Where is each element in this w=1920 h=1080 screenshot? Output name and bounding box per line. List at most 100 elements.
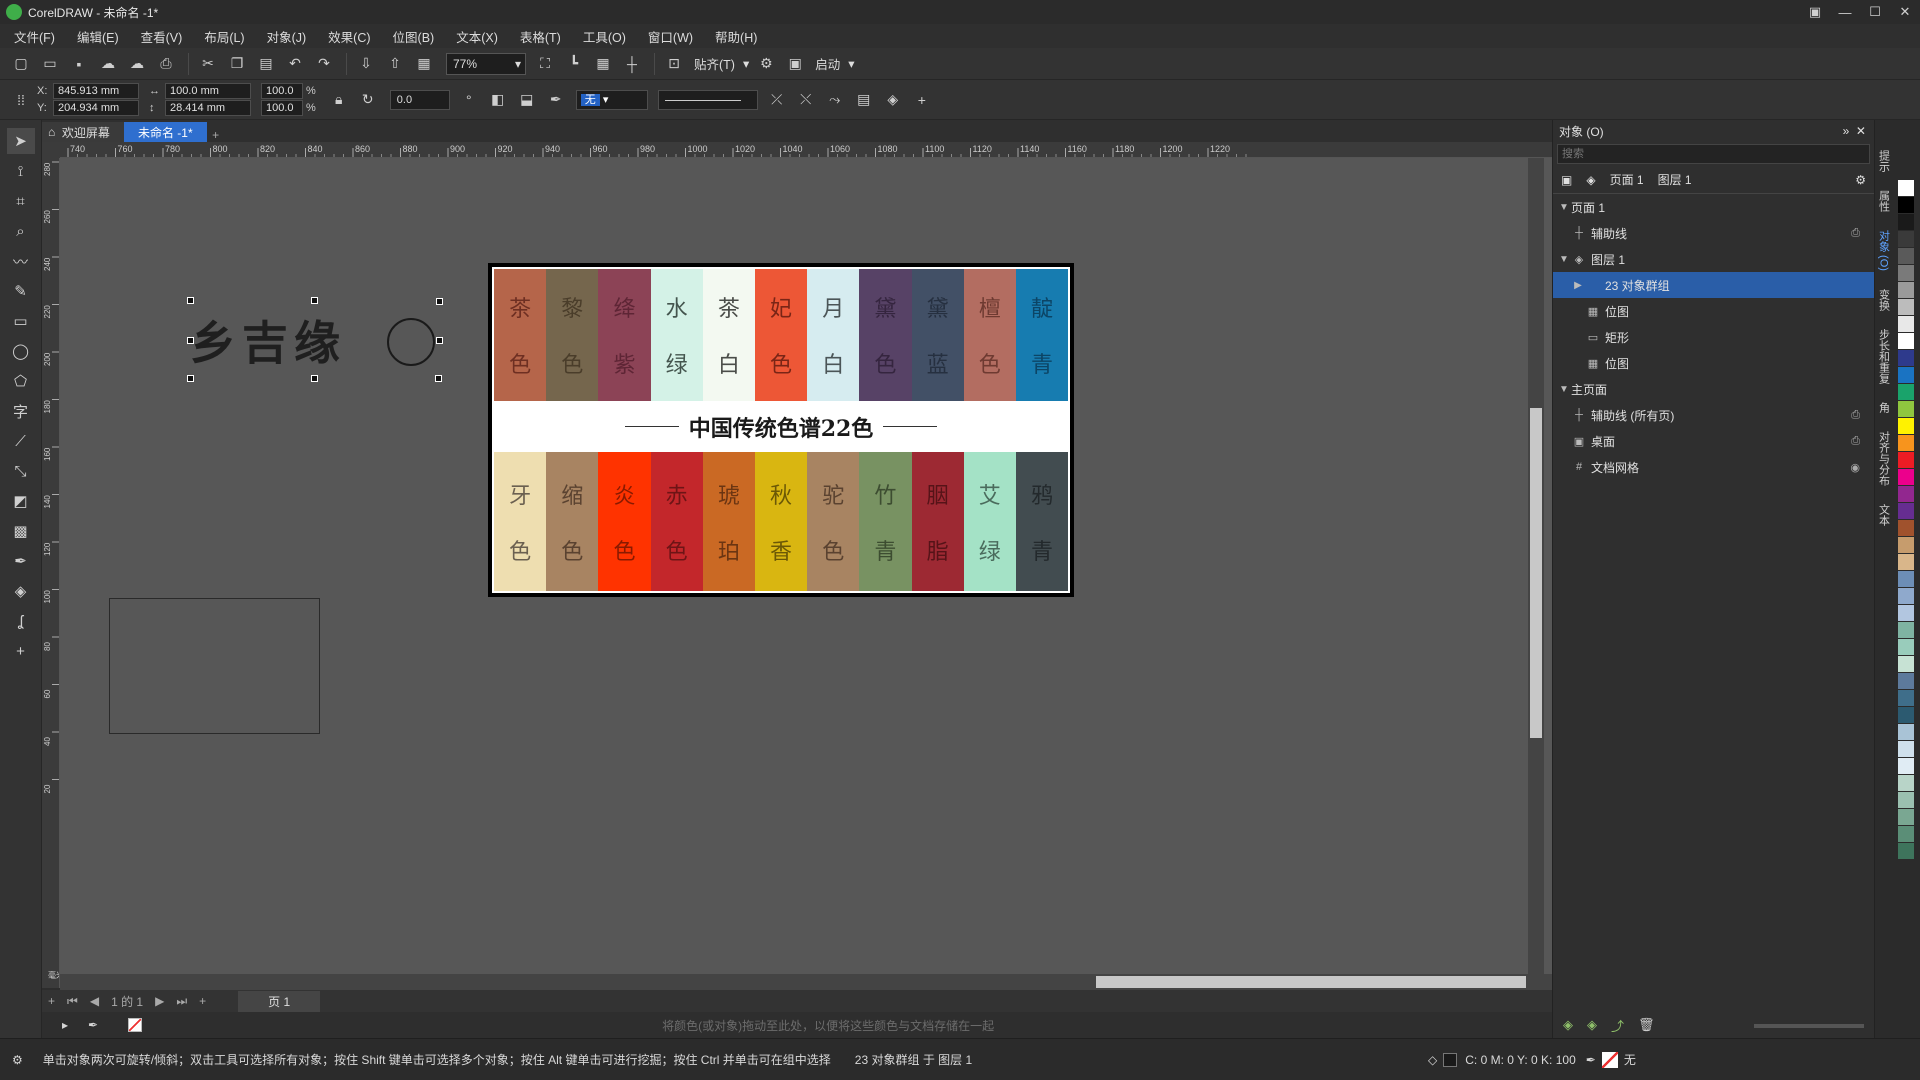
menu-tools[interactable]: 工具(O) <box>583 27 626 46</box>
show-guidelines-icon[interactable]: ┼ <box>619 51 645 77</box>
x-position-input[interactable]: 845.913 mm <box>53 83 139 99</box>
chevron-down-icon[interactable]: ▾ <box>848 56 854 71</box>
zoom-level-select[interactable]: 77% ▾ <box>446 52 526 75</box>
palette-swatch[interactable] <box>1898 469 1914 485</box>
mirror-vertical-icon[interactable]: ⬓ <box>514 87 540 113</box>
vertical-scroll-thumb[interactable] <box>1530 408 1542 738</box>
fill-color-swatch[interactable] <box>1443 1052 1458 1067</box>
tree-item-layer1[interactable]: ▼ ◈ 图层 1 <box>1553 246 1874 272</box>
move-to-layer-icon[interactable]: ⤴ <box>1611 1016 1624 1035</box>
selection-handle[interactable] <box>311 375 318 382</box>
tree-item-master-page[interactable]: ▼ 主页面 <box>1553 376 1874 402</box>
launch-dropdown[interactable]: 启动 <box>815 54 840 73</box>
menu-table[interactable]: 表格(T) <box>520 27 561 46</box>
docker-expand-icon[interactable]: » ✕ <box>1843 124 1866 138</box>
tree-item-group[interactable]: ▶ 23 对象群组 <box>1553 272 1874 298</box>
polygon-tool-icon[interactable]: ⬠ <box>7 368 35 394</box>
pick-tool-icon[interactable]: ➤ <box>6 128 35 154</box>
last-page-icon[interactable]: ⏭ <box>176 994 187 1009</box>
options-gear-icon[interactable]: ⚙ <box>753 51 779 77</box>
zoom-tool-icon[interactable]: ⌕ <box>7 218 35 244</box>
redo-icon[interactable]: ↷ <box>311 51 337 77</box>
drop-shadow-icon[interactable]: ◩ <box>7 488 35 514</box>
tab-welcome[interactable]: ⌂ 欢迎屏幕 <box>42 122 124 142</box>
first-page-icon[interactable]: ⏮ <box>67 994 78 1009</box>
selection-handle[interactable] <box>187 375 194 382</box>
eyedropper-icon[interactable]: ✒ <box>88 1018 98 1032</box>
palette-swatch[interactable] <box>1898 486 1914 502</box>
outline-color-swatch[interactable] <box>1601 1051 1618 1068</box>
new-tab-button[interactable]: + <box>207 128 225 142</box>
interactive-fill-icon[interactable]: ◈ <box>7 578 35 604</box>
line-style-select[interactable] <box>657 89 758 110</box>
objects-search-input[interactable]: 搜索 <box>1557 144 1870 164</box>
launch-icon[interactable]: ▣ <box>782 51 808 77</box>
chevron-down-icon[interactable]: ▾ <box>743 56 749 71</box>
palette-swatch[interactable] <box>1898 401 1914 417</box>
menu-help[interactable]: 帮助(H) <box>715 27 757 46</box>
expand-arrow-icon[interactable]: ▼ <box>1557 202 1571 213</box>
status-gear-icon[interactable]: ⚙ <box>12 1053 23 1067</box>
drawing-canvas[interactable]: 乡吉缘 茶色黎色绛紫水绿茶白妃色月白黛色黛蓝檀色靛青 中国传统色谱22色 牙色缩… <box>60 158 1552 978</box>
palette-swatch[interactable] <box>1898 605 1914 621</box>
menu-object[interactable]: 对象(J) <box>267 27 307 46</box>
docker-tab-hints[interactable]: 提示 <box>1876 150 1892 172</box>
lock-ratio-icon[interactable]: 🔒︎ <box>326 87 352 113</box>
outline-pen-icon[interactable]: ✒ <box>543 87 569 113</box>
palette-swatch[interactable] <box>1898 265 1914 281</box>
cloud-upload-icon[interactable]: ☁ <box>95 51 121 77</box>
palette-swatch[interactable] <box>1898 639 1914 655</box>
menu-view[interactable]: 查看(V) <box>141 27 183 46</box>
mirror-horizontal-icon[interactable]: ◧ <box>485 87 511 113</box>
layers-icon[interactable]: ◈ <box>880 87 906 113</box>
palette-swatch[interactable] <box>1898 452 1914 468</box>
selection-handle[interactable] <box>187 297 194 304</box>
selection-handle[interactable] <box>187 337 194 344</box>
restore-small-icon[interactable]: ▣ <box>1800 0 1830 24</box>
cut-icon[interactable]: ✂ <box>195 51 221 77</box>
docker-tab-align[interactable]: 对齐与分布 <box>1876 431 1892 486</box>
rotate-icon[interactable]: ↻ <box>355 87 381 113</box>
transparency-icon[interactable]: ▩ <box>7 518 35 544</box>
new-document-icon[interactable]: ▢ <box>8 51 34 77</box>
docker-tab-text[interactable]: 文本 <box>1876 504 1892 526</box>
palette-swatch[interactable] <box>1898 843 1914 859</box>
outline-pen-icon[interactable]: ✒ <box>1586 1053 1596 1067</box>
publish-pdf-icon[interactable]: ▦ <box>411 51 437 77</box>
open-folder-icon[interactable]: ▭ <box>37 51 63 77</box>
tab-document[interactable]: 未命名 -1* <box>123 122 207 142</box>
palette-swatch[interactable] <box>1898 758 1914 774</box>
delete-icon[interactable]: 🗑︎ <box>1638 1017 1655 1033</box>
cloud-download-icon[interactable]: ☁ <box>124 51 150 77</box>
palette-swatch[interactable] <box>1898 622 1914 638</box>
maximize-button[interactable]: ☐ <box>1860 0 1890 24</box>
height-input[interactable]: 28.414 mm <box>165 100 251 116</box>
save-icon[interactable]: ▪ <box>66 51 92 77</box>
palette-swatch[interactable] <box>1898 282 1914 298</box>
visibility-eye-icon[interactable]: ◉ <box>1850 461 1860 474</box>
text-tool-icon[interactable]: 字 <box>7 398 35 424</box>
rotation-center-marker[interactable] <box>387 318 435 366</box>
palette-swatch[interactable] <box>1898 707 1914 723</box>
snap-icon[interactable]: ⊡ <box>661 51 687 77</box>
palette-swatch[interactable] <box>1898 741 1914 757</box>
docker-tab-properties[interactable]: 属性 <box>1876 190 1892 212</box>
palette-swatch[interactable] <box>1898 537 1914 553</box>
vertical-scrollbar[interactable] <box>1528 158 1544 974</box>
rotation-angle-input[interactable]: 0.0 <box>389 89 450 110</box>
selection-handle[interactable] <box>311 297 318 304</box>
palette-swatch[interactable] <box>1898 214 1914 230</box>
palette-swatch[interactable] <box>1898 554 1914 570</box>
menu-layout[interactable]: 布局(L) <box>204 27 244 46</box>
palette-swatch[interactable] <box>1898 724 1914 740</box>
close-button[interactable]: ✕ <box>1890 0 1920 24</box>
artistic-media-icon[interactable]: ✎ <box>7 278 35 304</box>
palette-swatch[interactable] <box>1898 690 1914 706</box>
docker-settings-gear-icon[interactable]: ⚙ <box>1855 173 1866 187</box>
convert-to-curves-icon[interactable]: ⤳ <box>822 87 848 113</box>
tree-item-guides[interactable]: ┼ 辅助线 ⎙ <box>1553 220 1874 246</box>
menu-effects[interactable]: 效果(C) <box>328 27 370 46</box>
horizontal-scroll-thumb[interactable] <box>1096 976 1526 988</box>
logo-bitmap[interactable]: 乡吉缘 <box>190 310 382 370</box>
outline-width-select[interactable]: 无 ▾ <box>575 89 648 110</box>
